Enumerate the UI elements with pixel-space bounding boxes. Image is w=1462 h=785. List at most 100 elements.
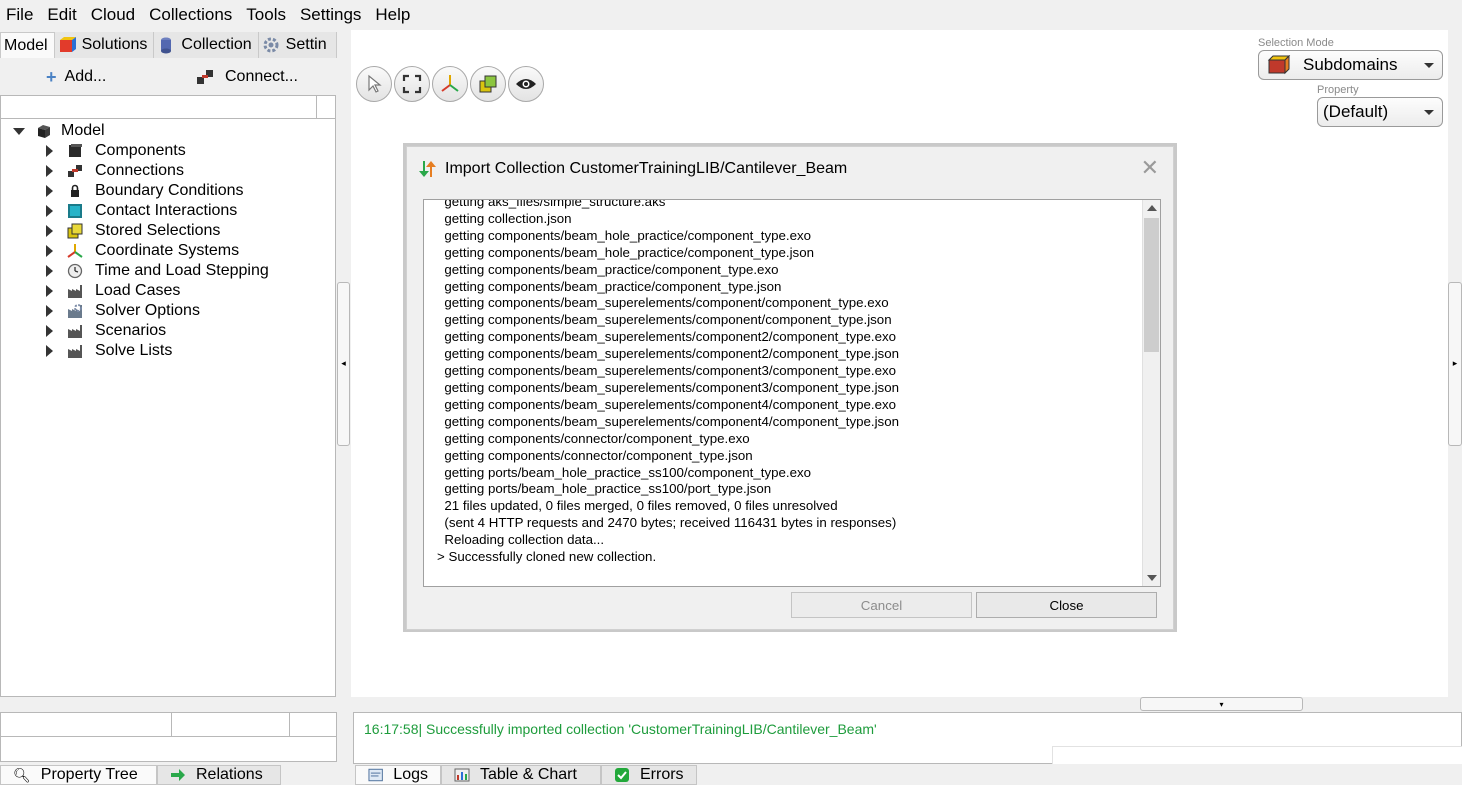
bottom-tab-bar: Logs Table & Chart Errors [355, 765, 697, 785]
scroll-up-icon[interactable] [1147, 205, 1157, 211]
model-tree[interactable]: Model Components Connections Boundary Co… [0, 119, 336, 697]
expand-arrow-icon[interactable] [46, 205, 53, 217]
tree-item-solve-lists[interactable]: Solve Lists [46, 341, 172, 361]
expand-arrow-icon[interactable] [13, 127, 25, 135]
tab-model[interactable]: Model [0, 32, 55, 58]
close-button[interactable]: Close [976, 592, 1157, 618]
tab-solutions-label: Solutions [81, 36, 148, 53]
expand-arrow-icon[interactable] [46, 185, 53, 197]
tree-item-boundary-conditions[interactable]: Boundary Conditions [46, 181, 244, 201]
tree-item-connections[interactable]: Connections [46, 161, 184, 181]
tab-errors[interactable]: Errors [601, 765, 697, 785]
selection-mode-dropdown[interactable]: Subdomains [1258, 50, 1443, 80]
tree-item-time-and-load-stepping[interactable]: Time and Load Stepping [46, 261, 269, 281]
axes-view-button[interactable] [432, 66, 468, 102]
menu-cloud[interactable]: Cloud [91, 5, 135, 25]
tree-toolbar: + Add... Connect... [0, 63, 337, 91]
subdomain-icon [1267, 55, 1291, 75]
property-dropdown[interactable]: (Default) [1317, 97, 1443, 127]
log-line: getting components/beam_superelements/co… [437, 396, 897, 412]
visibility-button[interactable] [508, 66, 544, 102]
fit-view-button[interactable] [394, 66, 430, 102]
expand-arrow-icon[interactable] [46, 305, 53, 317]
log-line: Reloading collection data... [437, 532, 605, 548]
bottom-panel-collapse-handle[interactable]: ▾ [1140, 697, 1303, 711]
tree-label: Solver Options [95, 302, 200, 319]
tree-label: Contact Interactions [95, 202, 238, 219]
tab-property-tree[interactable]: 🔍︎ Property Tree [0, 765, 157, 785]
menu-tools[interactable]: Tools [246, 5, 286, 25]
log-line: 21 files updated, 0 files merged, 0 file… [437, 498, 838, 514]
tree-label: Coordinate Systems [95, 242, 240, 259]
logs-panel[interactable]: 16:17:58| Successfully imported collecti… [353, 712, 1462, 764]
expand-arrow-icon[interactable] [46, 225, 53, 237]
right-panel-expand-handle[interactable]: ▸ [1448, 282, 1462, 446]
solver-options-icon [68, 304, 82, 318]
scroll-thumb[interactable] [1144, 218, 1159, 352]
plus-icon: + [46, 66, 57, 87]
dialog-title: Import Collection CustomerTrainingLIB/Ca… [445, 160, 848, 177]
expand-arrow-icon[interactable] [46, 265, 53, 277]
tab-collection-label: Collection [181, 36, 252, 53]
log-line: getting components/beam_practice/compone… [437, 278, 782, 294]
tree-item-scenarios[interactable]: Scenarios [46, 321, 166, 341]
fit-icon [402, 74, 422, 94]
menu-settings[interactable]: Settings [300, 5, 361, 25]
log-line: getting components/connector/component_t… [437, 430, 750, 446]
property-panel [0, 712, 337, 762]
expand-arrow-icon[interactable] [46, 345, 53, 357]
cancel-button[interactable]: Cancel [791, 592, 972, 618]
expand-arrow-icon[interactable] [46, 285, 53, 297]
menu-edit[interactable]: Edit [47, 5, 76, 25]
left-panel-collapse-handle[interactable]: ◂ [337, 282, 350, 446]
expand-arrow-icon[interactable] [46, 145, 53, 157]
chevron-left-icon: ◂ [341, 359, 346, 369]
tree-item-stored-selections[interactable]: Stored Selections [46, 221, 220, 241]
clock-icon [67, 263, 83, 279]
log-line: getting aks_files/simple_structure.aks [437, 199, 666, 209]
chevron-down-icon: ▾ [1219, 699, 1224, 709]
tab-logs[interactable]: Logs [355, 765, 441, 785]
factory-icon [68, 345, 82, 358]
tree-item-contact-interactions[interactable]: Contact Interactions [46, 201, 237, 221]
expand-arrow-icon[interactable] [46, 325, 53, 337]
import-collection-dialog: Import Collection CustomerTrainingLIB/Ca… [403, 143, 1177, 632]
menu-collections[interactable]: Collections [149, 5, 232, 25]
tree-root-model[interactable]: Model [13, 121, 105, 141]
log-scrollbar[interactable] [1142, 200, 1160, 586]
expand-arrow-icon[interactable] [46, 245, 53, 257]
tab-collection[interactable]: Collection [154, 32, 259, 58]
log-message: 16:17:58| Successfully imported collecti… [364, 721, 877, 737]
dialog-title-bar: Import Collection CustomerTrainingLIB/Ca… [417, 159, 847, 179]
left-panel: Model Solutions Collection Settin + Add.… [0, 30, 337, 698]
left-tab-bar: Model Solutions Collection Settin [0, 32, 337, 58]
menu-file[interactable]: File [6, 5, 33, 25]
tree-item-load-cases[interactable]: Load Cases [46, 281, 180, 301]
log-line: > Successfully cloned new collection. [437, 549, 657, 565]
tab-table-chart[interactable]: Table & Chart [441, 765, 601, 785]
tree-item-solver-options[interactable]: Solver Options [46, 301, 200, 321]
add-button[interactable]: + Add... [46, 67, 106, 88]
tab-settings[interactable]: Settin [258, 32, 337, 58]
scroll-down-icon[interactable] [1147, 575, 1157, 581]
model-icon [38, 125, 50, 138]
menu-help[interactable]: Help [375, 5, 410, 25]
connect-button-label: Connect... [225, 68, 298, 85]
select-tool-button[interactable] [356, 66, 392, 102]
tree-item-coordinate-systems[interactable]: Coordinate Systems [46, 241, 239, 261]
log-line: getting components/beam_superelements/co… [437, 363, 897, 379]
close-icon[interactable]: ✕ [1141, 156, 1159, 181]
tree-label: Time and Load Stepping [95, 262, 269, 279]
tab-solutions[interactable]: Solutions [54, 32, 155, 58]
tree-item-components[interactable]: Components [46, 141, 186, 161]
import-log-output[interactable]: getting aks_files/simple_structure.aks g… [423, 199, 1161, 587]
tree-header [0, 95, 336, 119]
connections-icon [68, 165, 82, 177]
expand-arrow-icon[interactable] [46, 165, 53, 177]
stored-selections-button[interactable] [470, 66, 506, 102]
log-line: getting components/beam_hole_practice/co… [437, 227, 812, 243]
logs-icon [368, 768, 383, 782]
search-icon: 🔍︎ [13, 766, 31, 783]
connect-button[interactable]: Connect... [196, 68, 298, 86]
tab-relations[interactable]: Relations [157, 765, 281, 785]
